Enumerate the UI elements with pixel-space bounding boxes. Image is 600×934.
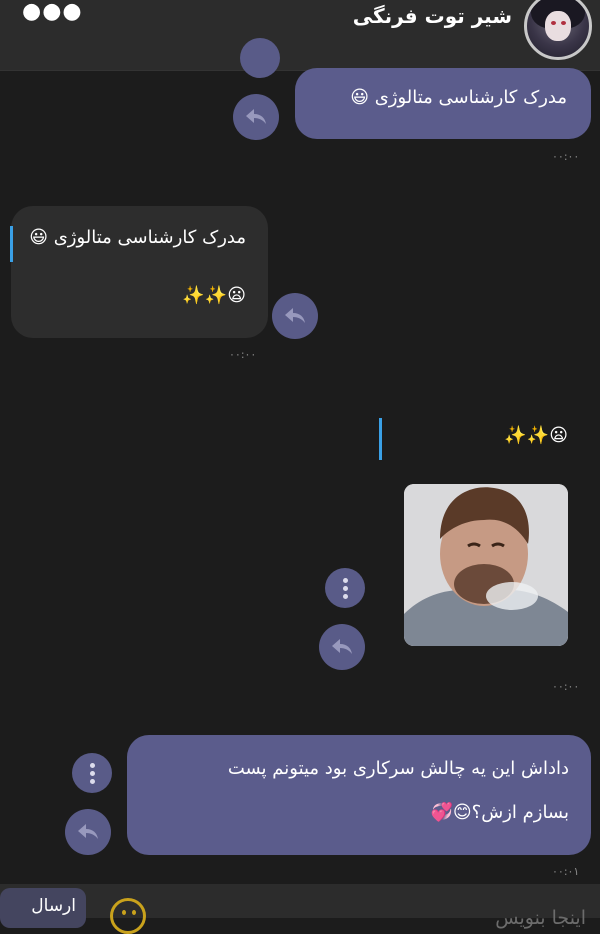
reply-button-partial[interactable]: [240, 38, 280, 78]
vertical-dots-icon: [342, 577, 348, 599]
smiley-icon[interactable]: [110, 898, 146, 934]
quoted-text: مدرک کارشناسی متالوژی 😃: [29, 227, 246, 248]
reply-icon: [285, 308, 305, 323]
message-text-line2: بسازم ازش؟😊💞: [430, 802, 569, 823]
message-photo[interactable]: [404, 484, 568, 646]
avatar-eye-right: [561, 21, 566, 25]
chat-header: ●●● شیر توت فرنگی: [0, 0, 600, 71]
message-menu-button[interactable]: [325, 568, 365, 608]
message-text: 😦✨✨: [182, 285, 246, 306]
vertical-dots-icon: [89, 762, 95, 784]
send-button[interactable]: ارسال: [0, 888, 86, 928]
message-time: ۰۰:۰۰: [229, 348, 257, 361]
message-menu-button[interactable]: [72, 753, 112, 793]
avatar[interactable]: [524, 0, 592, 60]
message-bubble[interactable]: داداش این یه چالش سرکاری بود میتونم پست …: [127, 735, 591, 855]
more-options-icon[interactable]: ●●●: [22, 1, 83, 23]
message-time: ۰۰:۰۰: [552, 680, 580, 693]
avatar-eye-left: [551, 21, 556, 25]
quote-bar: [379, 418, 382, 460]
quoted-text: 😦✨✨: [504, 425, 568, 446]
reply-icon: [246, 109, 266, 124]
reply-button[interactable]: [319, 624, 365, 670]
reply-icon: [332, 639, 352, 654]
reply-button[interactable]: [233, 94, 279, 140]
message-text-line1: داداش این یه چالش سرکاری بود میتونم پست: [227, 758, 569, 779]
photo-image: [404, 484, 568, 646]
message-input[interactable]: [224, 902, 588, 934]
message-time: ۰۰:۰۱: [552, 865, 580, 878]
message-bubble[interactable]: مدرک کارشناسی متالوژی 😃 😦✨✨: [10, 206, 268, 338]
smiley-eye: [132, 910, 136, 915]
quote-bar: [10, 226, 13, 262]
reply-icon: [78, 824, 98, 839]
message-time: ۰۰:۰۰: [552, 150, 580, 163]
reply-button[interactable]: [65, 809, 111, 855]
reply-button[interactable]: [272, 293, 318, 339]
avatar-face: [545, 11, 571, 41]
chat-title[interactable]: شیر توت فرنگی: [353, 4, 512, 28]
message-text: مدرک کارشناسی متالوژی 😃: [350, 87, 567, 108]
message-bubble[interactable]: مدرک کارشناسی متالوژی 😃: [295, 68, 591, 139]
smiley-eye: [122, 910, 126, 915]
